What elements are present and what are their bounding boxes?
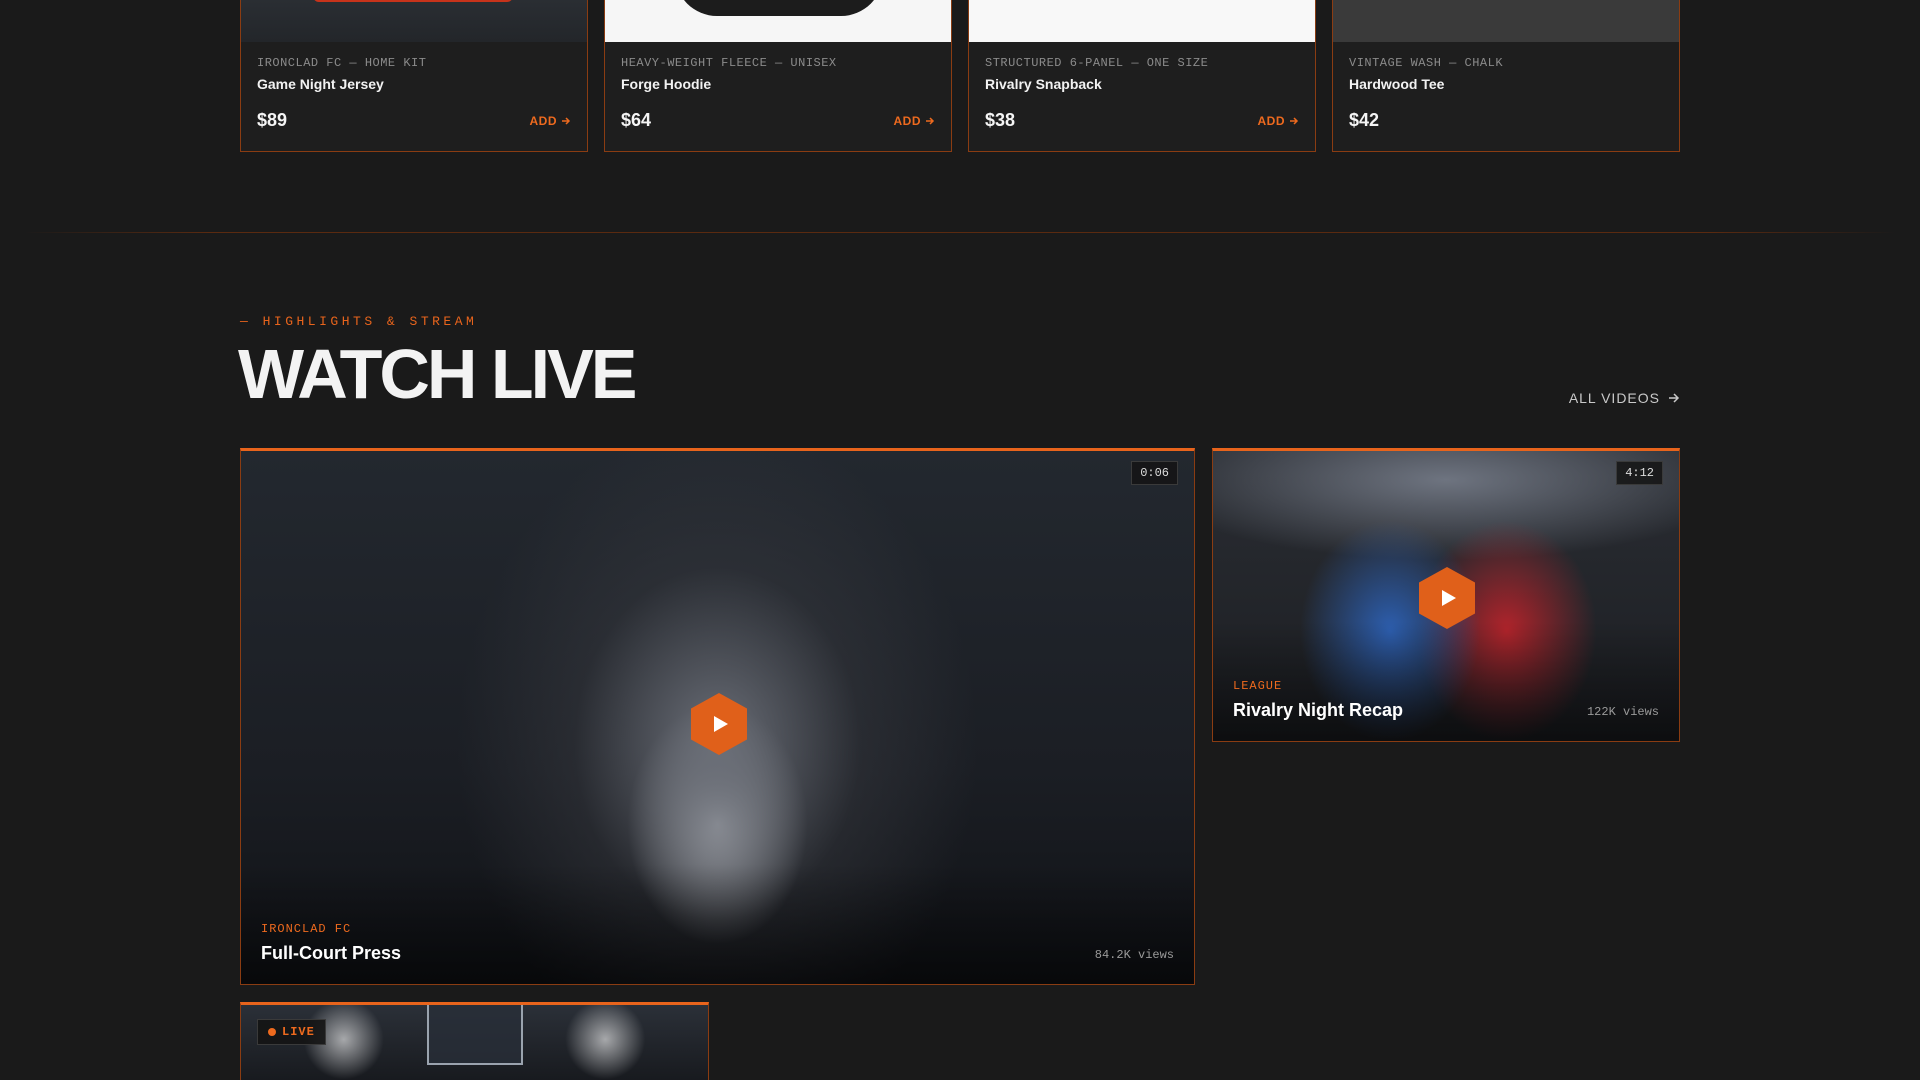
product-name: Hardwood Tee (1349, 76, 1445, 92)
product-name: Forge Hoodie (621, 76, 712, 92)
video-overlay (1213, 621, 1679, 741)
live-dot-icon (268, 1028, 276, 1036)
arrow-right-icon (926, 116, 935, 125)
product-image (969, 0, 1315, 42)
product-price: $38 (985, 110, 1016, 130)
product-image (241, 0, 587, 42)
video-card[interactable]: 4:12 LEAGUE Rivalry Night Recap 122K vie… (1212, 448, 1680, 742)
arrow-right-icon (562, 116, 571, 125)
add-to-cart-button[interactable]: ADD (530, 114, 572, 128)
arrow-right-icon (1669, 393, 1680, 403)
product-name: Game Night Jersey (257, 76, 384, 92)
product-image (1333, 0, 1679, 42)
all-videos-label: ALL VIDEOS (1568, 390, 1660, 406)
product-price: $64 (621, 110, 652, 130)
video-league: IRONCLAD FC (261, 922, 352, 936)
scoreboard-graphic (427, 1005, 523, 1065)
product-meta: HEAVY-WEIGHT FLEECE — UNISEX (621, 56, 837, 70)
product-card[interactable]: IRONCLAD FC — HOME KIT Game Night Jersey… (240, 0, 588, 152)
play-icon (1441, 590, 1456, 606)
video-duration: 0:06 (1131, 461, 1178, 485)
product-price: $89 (257, 110, 288, 130)
product-grid: IRONCLAD FC — HOME KIT Game Night Jersey… (240, 0, 1680, 152)
video-views: 122K views (1586, 705, 1659, 719)
section-divider (24, 232, 1896, 233)
add-to-cart-button[interactable]: ADD (894, 114, 936, 128)
product-meta: VINTAGE WASH — CHALK (1349, 56, 1504, 70)
product-meta: IRONCLAD FC — HOME KIT (257, 56, 427, 70)
live-label: LIVE (282, 1025, 315, 1039)
product-card[interactable]: HEAVY-WEIGHT FLEECE — UNISEX Forge Hoodi… (604, 0, 952, 152)
product-image (605, 0, 951, 42)
video-views: 84.2K views (1094, 948, 1174, 962)
video-card-featured[interactable]: 0:06 IRONCLAD FC Full-Court Press 84.2K … (240, 448, 1195, 985)
video-title[interactable]: Full-Court Press (261, 943, 401, 964)
live-badge: LIVE (257, 1019, 326, 1045)
add-label: ADD (893, 113, 921, 128)
play-icon (713, 716, 728, 732)
add-label: ADD (529, 113, 557, 128)
section-eyebrow: — HIGHLIGHTS & STREAM (240, 314, 478, 329)
product-name: Rivalry Snapback (985, 76, 1102, 92)
add-to-cart-button[interactable]: ADD (1258, 114, 1300, 128)
product-card[interactable]: VINTAGE WASH — CHALK Hardwood Tee $42 (1332, 0, 1680, 152)
section-title: WATCH LIVE (238, 335, 637, 413)
video-title[interactable]: Rivalry Night Recap (1233, 700, 1403, 721)
product-price: $42 (1349, 110, 1380, 130)
live-stream-card[interactable]: LIVE (240, 1002, 709, 1080)
product-card[interactable]: STRUCTURED 6-PANEL — ONE SIZE Rivalry Sn… (968, 0, 1316, 152)
video-league: LEAGUE (1233, 679, 1283, 693)
arrow-right-icon (1290, 116, 1299, 125)
video-duration: 4:12 (1616, 461, 1663, 485)
video-overlay (241, 864, 1194, 984)
add-label: ADD (1257, 113, 1285, 128)
product-meta: STRUCTURED 6-PANEL — ONE SIZE (985, 56, 1209, 70)
page: IRONCLAD FC — HOME KIT Game Night Jersey… (0, 0, 1920, 1080)
all-videos-link[interactable]: ALL VIDEOS (1569, 390, 1680, 406)
